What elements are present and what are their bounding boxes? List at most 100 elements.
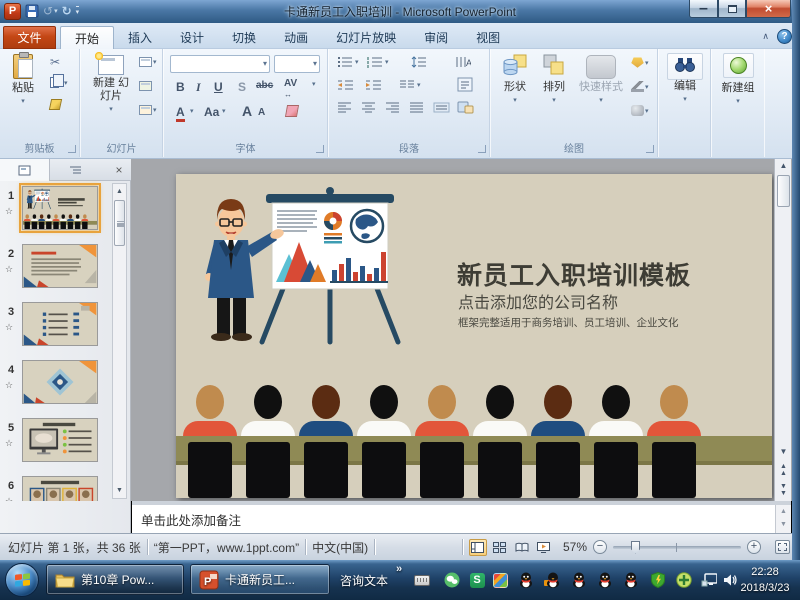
s-app-tray-icon[interactable]: S <box>469 572 485 588</box>
italic-button[interactable]: I <box>196 80 201 95</box>
safety-plus-icon[interactable] <box>676 572 692 588</box>
tab-outline[interactable] <box>50 159 100 181</box>
underline-button[interactable]: U <box>214 80 223 94</box>
previous-slide-icon[interactable]: ▲▲ <box>776 463 791 477</box>
help-button[interactable]: ? <box>777 29 792 44</box>
collapse-ribbon-icon[interactable]: ∧ <box>762 31 769 42</box>
animation-star-icon[interactable]: ☆ <box>5 206 13 217</box>
slide-sorter-view-button[interactable] <box>491 539 509 556</box>
new-slide-button[interactable]: 新建 幻灯片 ▾ <box>87 53 135 116</box>
slide-caption[interactable]: 框架完整适用于商务培训、员工培训、企业文化 <box>458 315 679 330</box>
layout-icon[interactable]: ▾ <box>139 57 157 67</box>
align-text-icon[interactable] <box>457 77 474 92</box>
change-case-dropdown-icon[interactable]: ▾ <box>222 107 226 115</box>
notes-pane[interactable]: 单击此处添加备注 ▲ ▼ <box>132 501 791 533</box>
normal-view-button[interactable] <box>469 539 487 556</box>
paragraph-dialog-launcher[interactable] <box>478 145 486 153</box>
align-center-icon[interactable] <box>361 102 376 113</box>
next-slide-icon[interactable]: ▼▼ <box>776 483 791 497</box>
text-shadow-button[interactable]: S <box>238 80 246 94</box>
slide-thumbnail-4[interactable] <box>22 360 100 406</box>
paste-button[interactable]: 粘贴 ▾ <box>4 53 42 108</box>
clipboard-dialog-launcher[interactable] <box>68 145 76 153</box>
taskbar-clock[interactable]: 22:28 2018/3/23 <box>734 564 796 596</box>
taskbar-toolbar-text[interactable]: 咨询文本 <box>340 572 388 589</box>
slide-thumbnail-3[interactable] <box>22 302 100 348</box>
new-group-button[interactable]: 新建组 ▾ <box>714 53 762 108</box>
font-size-combo[interactable] <box>274 55 320 73</box>
scroll-down-icon[interactable]: ▼ <box>780 521 787 528</box>
slide-thumbnail-1[interactable] <box>22 186 100 232</box>
clear-formatting-icon[interactable] <box>285 105 299 117</box>
align-left-icon[interactable] <box>337 102 352 113</box>
animation-star-icon[interactable]: ☆ <box>5 380 13 391</box>
notes-placeholder[interactable]: 单击此处添加备注 <box>141 510 241 529</box>
slideshow-view-button[interactable] <box>535 539 553 556</box>
decrease-indent-icon[interactable] <box>337 79 354 91</box>
qq-penguin-icon[interactable] <box>518 572 534 588</box>
convert-smartart-icon[interactable] <box>457 100 475 114</box>
align-right-icon[interactable] <box>385 102 400 113</box>
zoom-out-button[interactable]: − <box>593 540 607 554</box>
tab-slides-thumbnails[interactable] <box>0 159 50 181</box>
reset-slide-icon[interactable] <box>139 81 152 91</box>
tab-home[interactable]: 开始 <box>60 26 114 49</box>
font-color-button[interactable]: A <box>176 105 185 122</box>
language-status[interactable]: 中文(中国) <box>312 539 368 556</box>
spacing-dropdown-icon[interactable]: ▾ <box>312 80 316 88</box>
shape-outline-icon[interactable]: ▾ <box>631 81 649 92</box>
close-button[interactable]: × <box>746 0 791 18</box>
qq-penguin-icon[interactable] <box>597 572 613 588</box>
slide-thumbnail-2[interactable] <box>22 244 100 290</box>
bold-button[interactable]: B <box>176 80 185 94</box>
fit-to-window-button[interactable] <box>775 540 790 554</box>
shrink-font-button[interactable]: A <box>258 107 265 118</box>
justify-icon[interactable] <box>409 102 424 113</box>
zoom-slider-thumb[interactable] <box>631 541 640 554</box>
scroll-up-icon[interactable]: ▲ <box>776 161 791 170</box>
section-icon[interactable]: ▾ <box>139 105 157 115</box>
arrange-button[interactable]: 排列 ▾ <box>535 53 573 107</box>
slide-thumbnail-5[interactable] <box>22 418 100 464</box>
scroll-down-icon[interactable]: ▼ <box>113 484 126 497</box>
slide-canvas[interactable]: 新员工入职培训模板 点击添加您的公司名称 框架完整适用于商务培训、员工培训、企业… <box>176 174 772 498</box>
reading-view-button[interactable] <box>513 539 531 556</box>
main-scrollbar[interactable]: ▲ ▼ ▲▲ ▼▼ <box>774 159 791 501</box>
tab-file[interactable]: 文件 <box>3 26 56 49</box>
panel-scrollbar-thumb[interactable] <box>114 200 125 246</box>
slide-subtitle[interactable]: 点击添加您的公司名称 <box>458 289 618 313</box>
antivirus-shield-icon[interactable] <box>650 572 666 588</box>
increase-indent-icon[interactable] <box>365 79 382 91</box>
scroll-up-icon[interactable]: ▲ <box>113 185 126 198</box>
scroll-up-icon[interactable]: ▲ <box>780 508 787 515</box>
format-painter-icon[interactable] <box>50 99 61 110</box>
editing-button[interactable]: 编辑 ▾ <box>663 53 707 106</box>
drawing-dialog-launcher[interactable] <box>646 145 654 153</box>
tab-slideshow[interactable]: 幻灯片放映 <box>322 26 410 49</box>
columns-dropdown-icon[interactable]: ▾ <box>417 81 421 89</box>
grow-font-button[interactable]: A <box>242 103 252 119</box>
shapes-button[interactable]: 形状 ▾ <box>496 53 534 107</box>
tab-view[interactable]: 视图 <box>462 26 514 49</box>
copy-icon[interactable]: ▾ <box>50 75 68 90</box>
font-name-combo[interactable] <box>170 55 270 73</box>
zoom-slider[interactable] <box>613 546 741 549</box>
qq-penguin-briefcase-icon[interactable] <box>544 572 560 588</box>
language-keyboard-icon[interactable] <box>414 572 430 588</box>
numbering-dropdown-icon[interactable]: ▾ <box>385 58 389 66</box>
animation-star-icon[interactable]: ☆ <box>5 438 13 449</box>
notes-scrollbar[interactable]: ▲ ▼ <box>775 505 791 533</box>
slide-title[interactable]: 新员工入职培训模板 <box>457 256 691 292</box>
tab-review[interactable]: 审阅 <box>410 26 462 49</box>
bullets-dropdown-icon[interactable]: ▾ <box>355 58 359 66</box>
cut-icon[interactable]: ✂ <box>50 55 60 69</box>
columns-icon[interactable] <box>399 79 415 91</box>
toolbar-overflow-icon[interactable]: » <box>396 563 402 575</box>
animation-star-icon[interactable]: ☆ <box>5 264 13 275</box>
bullets-icon[interactable] <box>337 56 353 68</box>
font-dialog-launcher[interactable] <box>316 145 324 153</box>
tab-transitions[interactable]: 切换 <box>218 26 270 49</box>
quick-styles-button[interactable]: 快速样式 ▾ <box>575 53 627 107</box>
text-direction-icon[interactable]: A <box>455 56 471 68</box>
main-scrollbar-thumb[interactable] <box>777 175 790 207</box>
